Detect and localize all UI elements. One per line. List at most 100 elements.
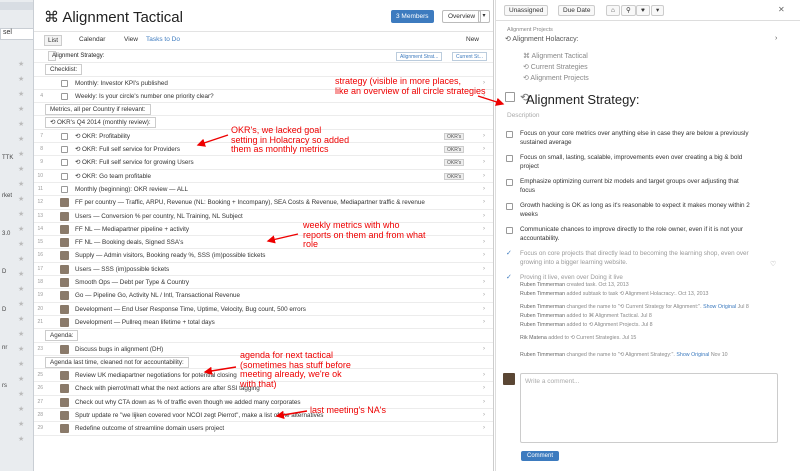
task-title[interactable]: Alignment Strategy: xyxy=(526,92,639,107)
chevron-right-icon[interactable]: › xyxy=(483,170,485,183)
task-name[interactable]: ⟲ OKR: Full self service for Providers xyxy=(75,143,180,156)
task-row[interactable]: 21 Development — Pullreq mean lifetime + … xyxy=(34,316,493,330)
activity-user[interactable]: Ruben Timmerman xyxy=(520,304,565,310)
star-icon[interactable]: ★ xyxy=(18,60,24,68)
subtask-text[interactable]: Focus on small, lasting, scalable, impro… xyxy=(520,154,750,171)
star-icon[interactable]: ★ xyxy=(18,300,24,308)
task-name[interactable]: Sputr update re "we lijken covered voor … xyxy=(75,409,323,422)
task-name[interactable]: Monthly: Investor KPI's published xyxy=(75,77,168,90)
new-button[interactable]: New xyxy=(466,36,479,43)
assignee-button[interactable]: Unassigned xyxy=(504,5,549,16)
heart-icon[interactable]: ♡ xyxy=(770,260,776,268)
activity-user[interactable]: Ruben Timmerman xyxy=(520,291,565,297)
avatar[interactable] xyxy=(60,224,69,234)
task-row[interactable]: 20 Development — End User Response Time, … xyxy=(34,303,493,316)
section-header-row[interactable]: Agenda: xyxy=(34,329,493,343)
subtask-checkbox[interactable] xyxy=(506,131,513,138)
chevron-right-icon[interactable]: › xyxy=(483,343,485,356)
task-name[interactable]: Development — Pullreq mean lifetime + to… xyxy=(75,316,215,329)
star-icon[interactable]: ★ xyxy=(18,390,24,398)
members-button[interactable]: 3 Members xyxy=(391,10,434,23)
avatar[interactable] xyxy=(60,278,69,288)
check-icon[interactable]: ✓ xyxy=(506,274,512,283)
section-header-row[interactable]: Metrics, all per Country if relevant: xyxy=(34,103,493,117)
task-checkbox[interactable] xyxy=(61,185,68,193)
chevron-right-icon[interactable]: › xyxy=(483,409,485,422)
star-icon[interactable]: ★ xyxy=(18,420,24,428)
check-icon[interactable]: ✓ xyxy=(506,250,512,259)
project-tag[interactable]: Alignment Strat... xyxy=(396,52,443,61)
star-icon[interactable]: ★ xyxy=(18,375,24,383)
task-row[interactable]: 28 Sputr update re "we lijken covered voo… xyxy=(34,409,493,423)
subtask-checkbox[interactable] xyxy=(506,179,513,186)
task-name[interactable]: FF NL — Mediapartner pipeline + activity xyxy=(75,223,189,236)
avatar[interactable] xyxy=(60,211,69,221)
more-icon[interactable]: ▾ xyxy=(651,5,665,16)
task-name[interactable]: Check with pierrot/matt what the next ac… xyxy=(75,382,260,395)
task-name[interactable]: Development — End User Response Time, Up… xyxy=(75,303,306,316)
chevron-right-icon[interactable]: › xyxy=(483,369,485,382)
star-icon[interactable]: ★ xyxy=(18,330,24,338)
task-name[interactable]: Review UK mediapartner negotiations for … xyxy=(75,369,237,382)
star-icon[interactable]: ★ xyxy=(18,165,24,173)
subtask-text[interactable]: Growth hacking is OK as long as it's rea… xyxy=(520,202,750,219)
task-name[interactable]: FF per country — Traffic, ARPU, Revenue … xyxy=(75,196,425,209)
complete-checkbox[interactable] xyxy=(505,92,515,102)
star-icon[interactable]: ★ xyxy=(18,225,24,233)
star-icon[interactable]: ★ xyxy=(18,255,24,263)
avatar[interactable] xyxy=(60,371,69,381)
project-tag[interactable]: OKR's xyxy=(444,132,465,140)
task-name[interactable]: Redefine outcome of streamline domain us… xyxy=(75,422,224,435)
task-row[interactable]: 9 ⟲ OKR: Full self service for growing Us… xyxy=(34,156,493,170)
star-icon[interactable]: ★ xyxy=(18,435,24,443)
avatar[interactable] xyxy=(60,238,69,248)
star-icon[interactable]: ★ xyxy=(18,360,24,368)
view-filter-select[interactable]: Tasks to Do xyxy=(146,36,180,43)
chevron-right-icon[interactable]: › xyxy=(483,249,485,262)
heart-icon[interactable]: ♥ xyxy=(636,5,650,16)
task-name[interactable]: ⟲ OKR: Full self service for growing Use… xyxy=(75,156,194,169)
task-checkbox[interactable] xyxy=(61,172,68,180)
task-row[interactable]: 29 Redefine outcome of streamline domain … xyxy=(34,422,493,436)
activity-user[interactable]: Ruben Timmerman xyxy=(520,352,565,358)
activity-user[interactable]: Ruben Timmerman xyxy=(520,282,565,288)
task-row[interactable]: 27 Check out why CTA down as % of traffic… xyxy=(34,396,493,410)
activity-user[interactable]: Ruben Timmerman xyxy=(520,313,565,319)
star-icon[interactable]: ★ xyxy=(18,135,24,143)
activity-user[interactable]: Rik Matena xyxy=(520,335,547,341)
task-name[interactable]: Go — Pipeline Go, Activity NL / Intl, Tr… xyxy=(75,289,240,302)
comment-input[interactable]: Write a comment... xyxy=(520,373,778,443)
chevron-right-icon[interactable]: › xyxy=(483,156,485,169)
avatar[interactable] xyxy=(60,251,69,261)
show-original-link[interactable]: Show Original xyxy=(703,304,736,310)
star-icon[interactable]: ★ xyxy=(18,105,24,113)
task-name[interactable]: Discuss bugs in alignment (DH) xyxy=(75,343,163,356)
chevron-right-icon[interactable]: › xyxy=(483,183,485,196)
chevron-right-icon[interactable]: › xyxy=(483,130,485,143)
chevron-right-icon[interactable]: › xyxy=(483,143,485,156)
section-header-row[interactable]: Checklist: xyxy=(34,63,493,77)
project-tag[interactable]: OKR's xyxy=(444,159,465,167)
chevron-right-icon[interactable]: › xyxy=(483,263,485,276)
subtask-checkbox[interactable] xyxy=(506,203,513,210)
chevron-right-icon[interactable]: › xyxy=(483,276,485,289)
show-original-link[interactable]: Show Original xyxy=(676,352,709,358)
task-checkbox[interactable] xyxy=(61,159,68,167)
tab-calendar[interactable]: Calendar xyxy=(79,36,105,43)
chevron-right-icon[interactable]: › xyxy=(483,396,485,409)
task-checkbox[interactable] xyxy=(61,79,68,87)
task-row[interactable]: 11 Monthly (beginning): OKR review — ALL › xyxy=(34,183,493,197)
subtask-text[interactable]: Focus on your core metrics over anything… xyxy=(520,130,750,147)
star-icon[interactable]: ★ xyxy=(18,195,24,203)
project-link[interactable]: ⌘ Alignment Tactical xyxy=(523,52,588,60)
tab-list[interactable]: List xyxy=(44,35,63,46)
subtask-checkbox[interactable] xyxy=(506,155,513,162)
task-name[interactable]: Supply — Admin visitors, Booking ready %… xyxy=(75,249,265,262)
star-icon[interactable]: ★ xyxy=(18,240,24,248)
chevron-right-icon[interactable]: › xyxy=(483,422,485,435)
avatar[interactable] xyxy=(60,411,69,421)
star-icon[interactable]: ★ xyxy=(18,75,24,83)
star-icon[interactable]: ★ xyxy=(18,270,24,278)
task-row[interactable]: 18 Smooth Ops — Debt per Type & Country › xyxy=(34,276,493,290)
chevron-right-icon[interactable]: › xyxy=(483,303,485,316)
